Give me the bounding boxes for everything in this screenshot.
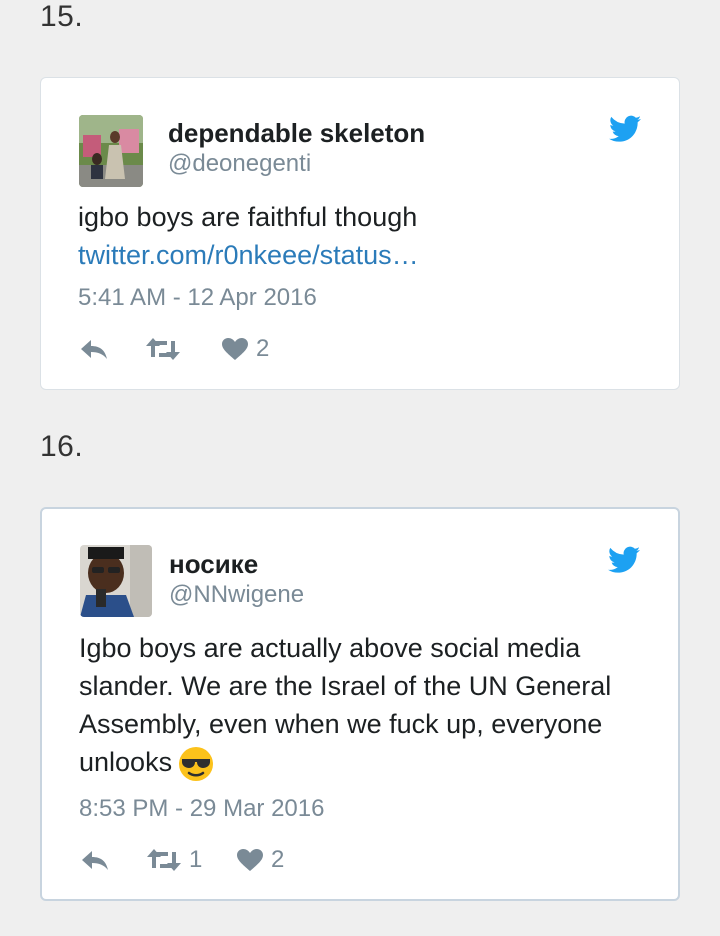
tweet-link[interactable]: twitter.com/r0nkeee/status…	[78, 236, 649, 274]
tweet-actions: 2	[78, 334, 378, 364]
tweet-card[interactable]: dependable skeleton @deonegenti igbo boy…	[40, 77, 680, 390]
reply-button[interactable]	[80, 334, 108, 364]
display-name[interactable]: dependable skeleton	[168, 118, 425, 149]
reply-icon	[81, 340, 107, 359]
retweet-button[interactable]: 1	[147, 845, 202, 875]
tweet-text-body: igbo boys are faithful though	[78, 202, 418, 232]
display-name[interactable]: носике	[169, 549, 258, 580]
reply-icon	[82, 851, 108, 870]
retweet-icon	[146, 338, 180, 360]
twitter-bird-icon[interactable]	[608, 546, 640, 574]
tweet-number: 15.	[40, 0, 84, 33]
tweet-text: igbo boys are faithful though twitter.co…	[78, 198, 649, 274]
tweet-card[interactable]: носике @NNwigene Igbo boys are actually …	[40, 507, 680, 901]
tweet-actions: 1 2	[79, 845, 379, 875]
tweet-text: Igbo boys are actually above social medi…	[79, 629, 648, 782]
twitter-bird-icon[interactable]	[609, 115, 641, 143]
sunglasses-emoji-icon	[178, 746, 214, 782]
tweet-text-body: Igbo boys are actually above social medi…	[79, 633, 612, 777]
retweet-button[interactable]	[146, 334, 188, 364]
like-button[interactable]: 2	[237, 845, 284, 875]
user-handle[interactable]: @NNwigene	[169, 581, 304, 609]
user-handle[interactable]: @deonegenti	[168, 150, 311, 178]
retweet-count: 1	[189, 846, 203, 873]
like-count: 2	[271, 846, 285, 873]
like-count: 2	[256, 335, 270, 362]
heart-icon	[237, 849, 263, 871]
heart-icon	[222, 338, 248, 360]
reply-button[interactable]	[81, 845, 109, 875]
tweet-timestamp[interactable]: 5:41 AM - 12 Apr 2016	[78, 284, 317, 312]
tweet-timestamp[interactable]: 8:53 PM - 29 Mar 2016	[79, 795, 324, 823]
like-button[interactable]: 2	[222, 334, 269, 364]
avatar[interactable]	[79, 115, 143, 187]
retweet-icon	[147, 849, 181, 871]
avatar[interactable]	[80, 545, 152, 617]
tweet-number: 16.	[40, 430, 84, 463]
